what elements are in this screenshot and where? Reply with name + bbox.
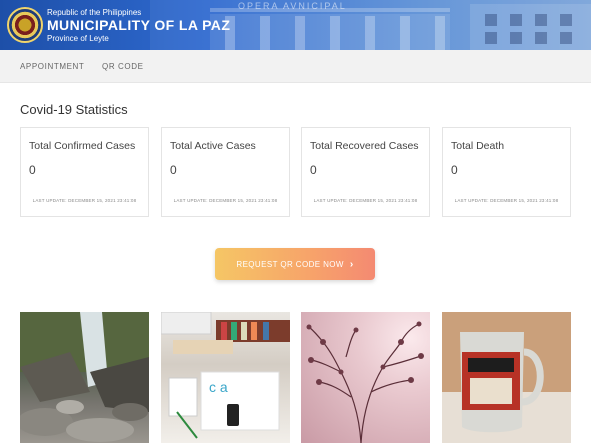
stat-card-recovered: Total Recovered Cases 0 LAST UPDATE: DEC… <box>301 127 430 217</box>
branches-photo <box>301 312 430 443</box>
stat-label: Total Death <box>451 140 505 152</box>
municipality-name[interactable]: MUNICIPALITY OF LA PAZ <box>47 17 230 34</box>
chevron-right-icon: › <box>349 258 354 270</box>
waterfall-photo <box>20 312 149 443</box>
province-label: Province of Leyte <box>47 34 109 43</box>
stat-updated: LAST UPDATE: DECEMBER 15, 2021 23:41:08 <box>313 198 418 203</box>
waterfall-illustration <box>20 312 149 442</box>
section-title: Covid-19 Statistics <box>20 102 128 117</box>
desk-photo: c a <box>161 312 290 443</box>
stat-label: Total Confirmed Cases <box>29 140 136 152</box>
stat-updated: LAST UPDATE: DECEMBER 15, 2021 23:41:08 <box>454 198 559 203</box>
stat-label: Total Active Cases <box>170 140 256 152</box>
stat-label: Total Recovered Cases <box>310 140 419 152</box>
stat-card-confirmed: Total Confirmed Cases 0 LAST UPDATE: DEC… <box>20 127 149 217</box>
stat-updated: LAST UPDATE: DECEMBER 15, 2021 23:41:08 <box>173 198 278 203</box>
branches-illustration <box>306 321 424 443</box>
request-qr-code-button[interactable]: REQUEST QR CODE NOW › <box>215 248 375 280</box>
stat-value: 0 <box>29 163 36 177</box>
municipal-seal-logo[interactable] <box>7 7 43 43</box>
brand-block[interactable]: Republic of the Philippines MUNICIPALITY… <box>47 8 230 44</box>
stat-updated: LAST UPDATE: DECEMBER 15, 2021 23:41:08 <box>32 198 137 203</box>
site-header: OPERA AVNICIPAL Republic of the Philippi… <box>0 0 591 50</box>
republic-label: Republic of the Philippines <box>47 8 142 17</box>
coffee-mug-photo <box>442 312 571 443</box>
desk-illustration: c a <box>161 312 290 439</box>
top-nav: APPOINTMENT QR CODE <box>0 50 591 83</box>
stat-card-active: Total Active Cases 0 LAST UPDATE: DECEMB… <box>161 127 290 217</box>
stat-card-death: Total Death 0 LAST UPDATE: DECEMBER 15, … <box>442 127 571 217</box>
nav-item-qr-code[interactable]: QR CODE <box>102 62 144 71</box>
stat-value: 0 <box>170 163 177 177</box>
stat-value: 0 <box>310 163 317 177</box>
coffee-mug-illustration <box>442 312 571 443</box>
request-qr-code-label: REQUEST QR CODE NOW <box>236 259 344 269</box>
stat-value: 0 <box>451 163 458 177</box>
svg-text:c a: c a <box>209 379 228 395</box>
building-inscription: OPERA AVNICIPAL <box>238 1 347 11</box>
nav-item-appointment[interactable]: APPOINTMENT <box>20 62 84 71</box>
